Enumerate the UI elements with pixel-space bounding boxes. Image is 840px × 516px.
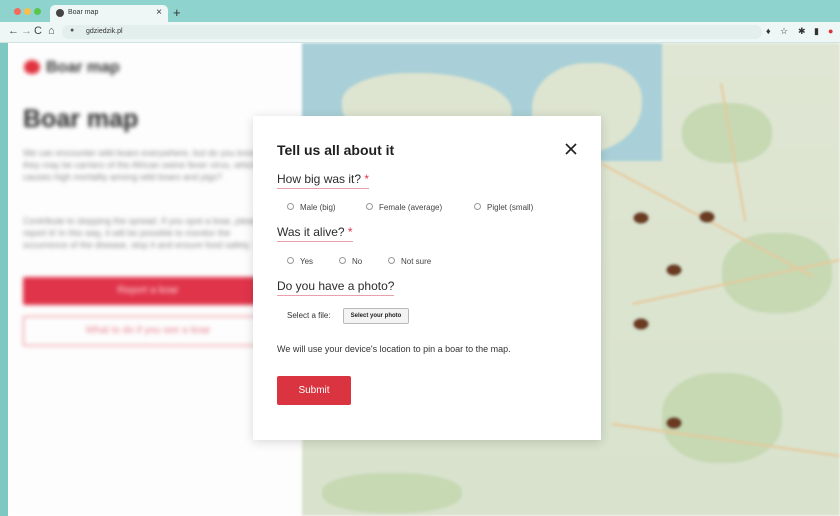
required-marker: * [347,225,353,239]
adblock-icon[interactable]: ● [828,26,833,36]
file-label: Select a file: [287,311,331,320]
boar-pin-icon[interactable] [667,418,681,428]
lock-icon: ● [70,27,75,34]
close-icon[interactable] [562,140,580,158]
address-bar[interactable]: ● gdziedzik.pl [62,25,762,39]
new-tab-button[interactable]: + [173,5,181,20]
url-text: gdziedzik.pl [86,28,123,35]
report-boar-button[interactable]: Report a boar [23,277,273,305]
favicon-icon [56,9,64,17]
boar-pin-icon[interactable] [634,213,648,223]
boar-pin-icon[interactable] [667,265,681,275]
alive-question: Was it alive? * [277,225,353,242]
select-photo-button[interactable]: Select your photo [343,308,409,324]
what-to-do-button[interactable]: What to do if you see a boar [23,316,273,346]
radio-circle-icon [388,257,395,265]
report-modal: Tell us all about it How big was it? * M… [253,116,601,440]
option-label: Female (average) [379,203,443,212]
map-forest [662,373,782,463]
reload-icon[interactable]: C [34,25,42,37]
radio-circle-icon [474,203,481,211]
location-icon[interactable]: ♦ [766,26,771,36]
size-option-female[interactable]: Female (average) [366,202,442,214]
forward-icon[interactable]: → [21,25,32,37]
size-option-piglet[interactable]: Piglet (small) [474,202,533,214]
back-icon[interactable]: ← [8,25,19,37]
minimize-window-button[interactable] [24,8,31,15]
close-window-button[interactable] [14,8,21,15]
option-label: Male (big) [300,203,336,212]
boar-logo-icon [24,60,40,74]
alive-question-label: Was it alive? [277,225,345,239]
maximize-window-button[interactable] [34,8,41,15]
boar-pin-icon[interactable] [700,212,714,222]
browser-titlebar: Boar map × + [0,0,840,22]
report-paragraph: Contribute to stopping the spread. If yo… [23,216,262,250]
option-label: Not sure [401,257,432,266]
required-marker: * [364,172,370,186]
size-question-label: How big was it? [277,172,362,186]
map-forest [322,473,462,513]
modal-title: Tell us all about it [277,142,395,158]
browser-tab[interactable]: Boar map × [50,5,168,22]
tab-title: Boar map [68,9,99,16]
photo-question-label: Do you have a photo? [277,279,395,293]
profile-icon[interactable]: ▮ [814,26,819,37]
alive-option-not-sure[interactable]: Not sure [388,256,431,268]
photo-question: Do you have a photo? [277,279,395,296]
extensions-icon[interactable]: ✱ [798,26,806,37]
size-option-male[interactable]: Male (big) [287,202,336,214]
radio-circle-icon [339,257,346,265]
logo-text: Boar map [46,59,120,76]
submit-button[interactable]: Submit [277,376,351,405]
home-icon[interactable]: ⌂ [48,25,55,37]
radio-circle-icon [366,203,373,211]
boar-pin-icon[interactable] [634,319,648,329]
radio-circle-icon [287,203,294,211]
size-question: How big was it? * [277,172,370,189]
option-label: No [352,257,363,266]
intro-paragraph: We can encounter wild boars everywhere, … [23,148,259,182]
tab-close-icon[interactable]: × [156,7,162,18]
alive-option-no[interactable]: No [339,256,362,268]
option-label: Yes [300,257,314,266]
radio-circle-icon [287,257,294,265]
option-label: Piglet (small) [487,203,534,212]
bookmark-star-icon[interactable]: ☆ [780,26,788,37]
alive-option-yes[interactable]: Yes [287,256,313,268]
browser-toolbar: ← → C ⌂ ● gdziedzik.pl ♦ ☆ ✱ ▮ ● [0,22,840,43]
page-title: Boar map [23,105,139,133]
location-note: We will use your device's location to pi… [277,344,511,354]
